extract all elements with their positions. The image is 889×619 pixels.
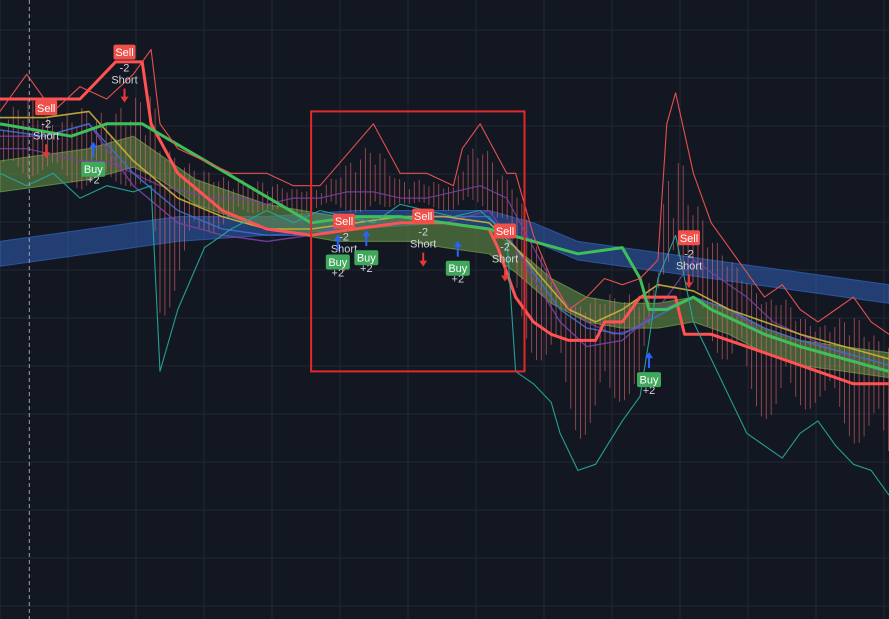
signal-box-label: Buy	[357, 253, 376, 265]
signal-label: -2	[339, 232, 349, 244]
signal-label: Short	[111, 75, 137, 87]
signal-label: -2	[684, 248, 694, 260]
signal-label: Short	[492, 254, 518, 266]
signal-box-label: Sell	[496, 226, 514, 238]
signal-box-label: Buy	[640, 375, 659, 387]
signal-box-label: Buy	[448, 263, 467, 275]
signal-box-label: Sell	[335, 216, 353, 228]
signal-box-label: Sell	[37, 103, 55, 115]
signal-label: Short	[410, 239, 436, 251]
signal-box-label: Sell	[414, 211, 432, 223]
signal-box-label: Sell	[115, 47, 133, 59]
signal-label: Short	[676, 260, 702, 272]
signal-label: Short	[33, 130, 59, 142]
signal-label: -2	[500, 242, 510, 254]
signal-label: -2	[418, 227, 428, 239]
signal-label: -2	[120, 63, 130, 75]
signal-box-label: Buy	[84, 164, 103, 176]
signal-box-label: Buy	[328, 257, 347, 269]
chart-background	[0, 0, 889, 619]
price-chart[interactable]: Sell-2ShortSell-2ShortLong+2BuySell-2Sho…	[0, 0, 889, 619]
signal-box-label: Sell	[680, 233, 698, 245]
signal-label: -2	[41, 118, 51, 130]
